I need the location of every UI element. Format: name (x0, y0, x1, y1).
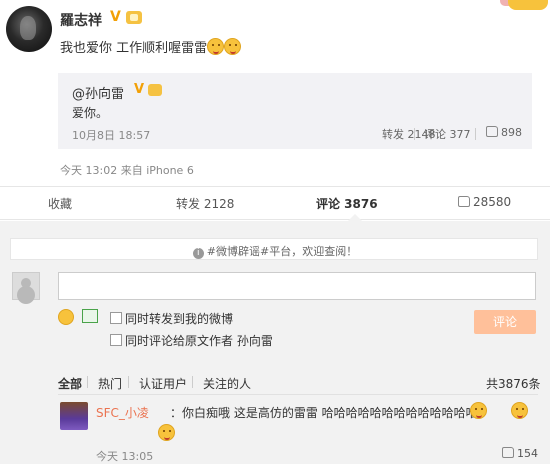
divider (192, 376, 193, 388)
comment-original-checkbox[interactable] (110, 334, 122, 346)
quoted-like-link[interactable]: 898 (486, 126, 522, 139)
like-count: 28580 (473, 195, 512, 209)
verified-icon: V (134, 82, 145, 97)
current-user-avatar (12, 272, 40, 300)
notice-text[interactable]: i #微博辟谣#平台，欢迎查阅！ (0, 243, 550, 259)
image-upload-icon[interactable] (82, 309, 98, 323)
submit-comment-button[interactable]: 评论 (474, 310, 536, 334)
post-text-body: 我也爱你 工作顺利喔雷雷 (60, 41, 208, 56)
quoted-text: 爱你。 (72, 106, 109, 120)
thumbs-up-icon (458, 196, 470, 207)
decorative-ribbon-yellow (508, 0, 548, 10)
thumbs-up-icon (486, 126, 498, 137)
filter-verified[interactable]: 认证用户 (139, 375, 187, 392)
notice-label: #微博辟谣#平台，欢迎查阅！ (206, 245, 358, 258)
comment-like-button[interactable]: 154 (502, 447, 538, 460)
quoted-comment-link[interactable]: 评论 377 (424, 126, 471, 142)
divider (128, 376, 129, 388)
comment-like-count: 154 (517, 447, 538, 460)
comment-input[interactable] (58, 272, 536, 300)
member-level-icon (126, 11, 142, 24)
author-name[interactable]: 羅志祥 (60, 10, 102, 30)
filter-all[interactable]: 全部 (58, 375, 82, 392)
quoted-like-count: 898 (501, 126, 522, 139)
repost-checkbox-label: 同时转发到我的微博 (125, 312, 234, 326)
post-meta: 今天 13:02 来自 iPhone 6 (60, 164, 194, 177)
commenter-name[interactable]: SFC_小凌 (96, 404, 149, 421)
comment-original-label: 同时评论给原文作者 孙向雷 (125, 334, 273, 348)
comment-text: ：你白痴哦 这是高仿的雷雷 哈哈哈哈哈哈哈哈哈哈哈哈哈 (170, 406, 478, 420)
repost-checkbox[interactable] (110, 312, 122, 324)
comment-count: 共3876条 (486, 377, 541, 391)
filter-hot[interactable]: 热门 (98, 375, 122, 392)
like-button[interactable]: 28580 (458, 195, 511, 209)
author-avatar[interactable] (6, 6, 52, 52)
filter-following[interactable]: 关注的人 (203, 375, 251, 392)
kiss-emoji-icon (224, 38, 242, 55)
divider (58, 394, 538, 395)
repost-button[interactable]: 转发 2128 (176, 195, 234, 212)
laughing-emoji-icon (470, 402, 487, 419)
divider (414, 128, 415, 140)
post-text: 我也爱你 工作顺利喔雷雷 (60, 37, 242, 56)
verified-icon: V (110, 9, 121, 25)
comment-tab[interactable]: 评论 3876 (316, 195, 378, 212)
member-level-icon (148, 84, 162, 96)
favorite-button[interactable]: 收藏 (48, 195, 72, 212)
commenter-avatar[interactable] (60, 402, 88, 430)
kiss-emoji-icon (207, 38, 225, 55)
laughing-emoji-icon (510, 402, 528, 419)
emoji-picker-icon[interactable] (58, 309, 74, 325)
quoted-user[interactable]: @孙向雷 (72, 83, 124, 102)
active-tab-caret (348, 214, 362, 221)
info-icon: i (192, 248, 204, 259)
thumbs-up-icon (502, 447, 514, 458)
comment-time: 今天 13:05 (96, 450, 154, 463)
quoted-date[interactable]: 10月8日 18:57 (72, 127, 150, 143)
divider (475, 128, 476, 140)
divider (87, 376, 88, 388)
